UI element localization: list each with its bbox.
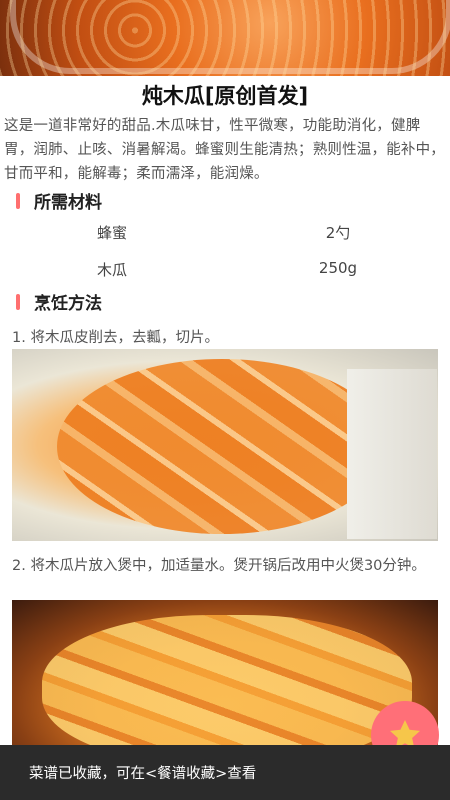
method-heading: 烹饪方法 — [34, 294, 102, 314]
ingredients-heading: 所需材料 — [34, 193, 102, 213]
ingredients-section-header: 所需材料 — [16, 188, 102, 213]
toast-message: 菜谱已收藏，可在<餐谱收藏>查看 — [29, 766, 257, 782]
recipe-title: 炖木瓜[原创首发] — [141, 84, 309, 108]
section-marker — [16, 293, 20, 310]
section-marker — [16, 192, 20, 209]
ingredient-name: 木瓜 — [97, 261, 128, 279]
step-1-text: 1. 将木瓜皮削去，去瓤，切片。 — [12, 330, 219, 346]
ingredient-quantity: 250g — [318, 259, 358, 277]
recipe-intro: 这是一道非常好的甜品.木瓜味甘，性平微寒，功能助消化，健脾胃，润肺、止咳、消暑解… — [4, 118, 445, 182]
ingredient-quantity: 2勺 — [325, 224, 351, 242]
ingredient-row: 木瓜 250g — [0, 259, 450, 279]
recipe-hero-image — [0, 0, 450, 76]
step-1-photo — [12, 349, 438, 541]
ingredient-row: 蜂蜜 2勺 — [0, 222, 450, 242]
step-2-text: 2. 将木瓜片放入煲中，加适量水。煲开锅后改用中火煲30分钟。 — [12, 558, 426, 574]
ingredient-name: 蜂蜜 — [97, 224, 128, 242]
toast-notification: 菜谱已收藏，可在<餐谱收藏>查看 — [0, 745, 450, 800]
method-section-header: 烹饪方法 — [16, 289, 102, 314]
